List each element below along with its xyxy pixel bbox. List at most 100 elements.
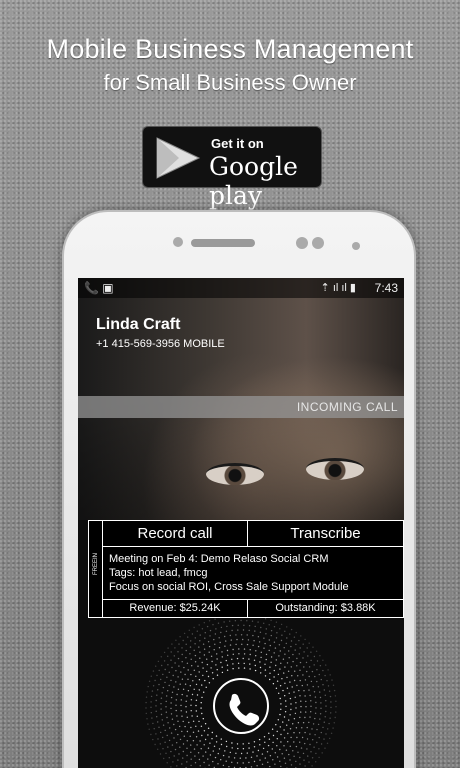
ring-dot: [304, 716, 306, 719]
ring-dot: [268, 649, 270, 652]
ring-dot: [212, 624, 214, 626]
ring-dot: [160, 713, 163, 716]
ring-dot: [198, 646, 200, 648]
ring-dot: [283, 757, 286, 759]
answer-call-button[interactable]: [213, 678, 269, 734]
ring-dot: [326, 680, 328, 682]
ring-dot: [270, 630, 273, 632]
ring-dot: [190, 726, 192, 729]
ring-dot: [228, 766, 230, 768]
ring-dot: [196, 744, 198, 746]
ring-dot: [306, 670, 308, 673]
ring-dot: [145, 712, 147, 715]
ring-dot: [154, 743, 156, 746]
ring-dot: [160, 708, 162, 710]
ring-dot: [179, 725, 181, 728]
ring-dot: [276, 756, 279, 758]
ring-dot: [213, 745, 216, 747]
record-call-button[interactable]: Record call: [103, 521, 248, 547]
ring-dot: [150, 695, 153, 698]
ring-dot: [257, 636, 260, 638]
ring-dot: [259, 666, 262, 669]
ring-dot: [240, 634, 243, 636]
ring-dot: [155, 705, 157, 707]
ring-dot: [182, 639, 184, 642]
ring-dot: [202, 755, 204, 757]
ring-dot: [235, 643, 237, 646]
ring-dot: [294, 696, 296, 698]
ring-dot: [293, 691, 295, 693]
ring-dot: [186, 662, 189, 664]
ring-dot: [286, 724, 288, 726]
ring-dot: [161, 692, 163, 694]
ring-dot: [314, 696, 317, 698]
ring-dot: [185, 649, 187, 652]
ring-dot: [170, 679, 172, 682]
ring-dot: [279, 628, 281, 630]
ring-dot: [223, 621, 225, 623]
ring-dot: [274, 752, 276, 754]
ring-dot: [273, 669, 275, 672]
ring-dot: [217, 763, 219, 765]
ring-dot: [184, 725, 186, 728]
ring-dot: [163, 651, 166, 654]
ring-dot: [260, 626, 262, 629]
ring-dot: [319, 713, 322, 715]
ring-dot: [272, 759, 274, 761]
ring-dot: [250, 756, 253, 758]
crm-note-line: Tags: hot lead, fmcg: [109, 567, 208, 579]
ring-dot: [168, 739, 171, 742]
ring-dot: [195, 699, 198, 701]
ring-dot: [242, 657, 244, 660]
ring-dot: [210, 655, 213, 657]
ring-dot: [264, 669, 267, 671]
ring-dot: [301, 736, 304, 739]
ring-dot: [200, 702, 202, 704]
ring-dot: [185, 643, 187, 645]
ring-dot: [199, 657, 201, 659]
ring-dot: [313, 655, 316, 658]
ring-dot: [317, 686, 320, 688]
ring-dot: [254, 625, 256, 628]
ring-dot: [212, 678, 214, 680]
ring-dot: [279, 697, 281, 700]
ring-dot: [333, 722, 335, 724]
ring-dot: [325, 664, 327, 666]
ring-dot: [211, 731, 213, 734]
ring-dot: [203, 622, 205, 624]
ring-dot: [177, 676, 179, 678]
ring-dot: [271, 728, 274, 730]
ring-dot: [283, 672, 285, 674]
ring-dot: [221, 651, 223, 653]
transcribe-button[interactable]: Transcribe: [248, 521, 403, 547]
ring-dot: [170, 713, 173, 715]
ring-dot: [248, 658, 250, 660]
ring-dot: [256, 755, 258, 757]
ring-dot: [209, 635, 211, 637]
ring-dot: [187, 636, 189, 638]
ring-dot: [206, 670, 208, 673]
ring-dot: [190, 640, 192, 642]
ring-dot: [310, 700, 312, 702]
google-play-badge[interactable]: Get it on Google play: [142, 126, 322, 210]
ring-dot: [200, 725, 203, 727]
ring-dot: [165, 752, 167, 754]
ring-dot: [322, 684, 324, 686]
outstanding-stat: Outstanding: $3.88K: [248, 599, 403, 617]
ring-dot: [308, 761, 310, 763]
ring-dot: [290, 736, 292, 739]
ring-dot: [201, 734, 203, 737]
ring-dot: [316, 660, 319, 662]
ring-dot: [224, 750, 226, 752]
ring-dot: [215, 628, 217, 630]
ring-dot: [308, 642, 310, 644]
ring-dot: [167, 746, 169, 748]
ring-dot: [318, 756, 320, 759]
ring-dot: [214, 756, 217, 759]
ring-dot: [156, 716, 158, 718]
crm-side-tab[interactable]: FREEIN: [89, 521, 103, 617]
ring-dot: [171, 643, 173, 645]
ring-dot: [259, 661, 261, 663]
ring-dot: [209, 629, 212, 632]
ring-dot: [323, 738, 325, 740]
